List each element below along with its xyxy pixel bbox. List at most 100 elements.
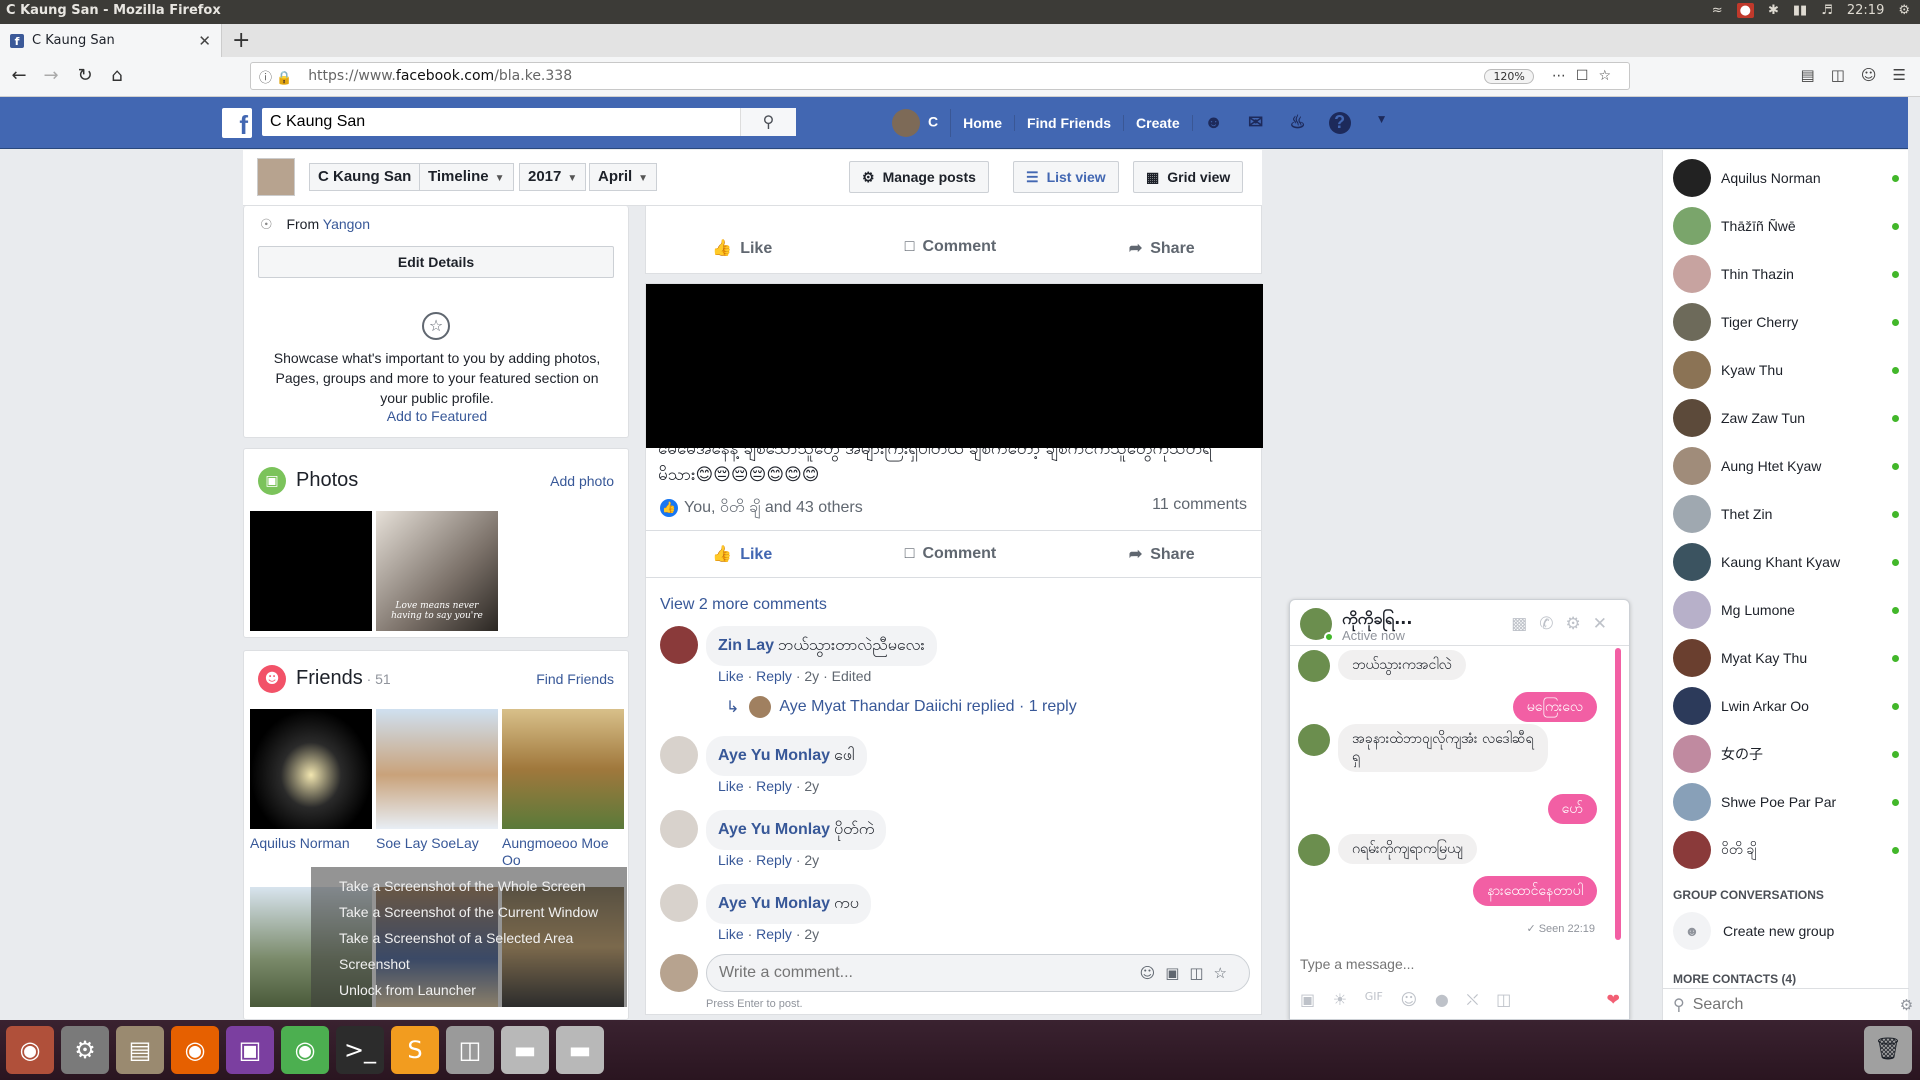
attach-icon[interactable]: ⛌ <box>1467 990 1479 1010</box>
url-bar[interactable]: ⓘ🔒 https://www.facebook.com/bla.ke.338 1… <box>250 62 1630 90</box>
avatar[interactable] <box>257 158 295 196</box>
facebook-logo[interactable]: f <box>222 108 252 140</box>
chat-scrollbar[interactable] <box>1615 648 1621 940</box>
friends-title[interactable]: Friends · 51 <box>296 667 391 690</box>
reply-link[interactable]: Reply <box>756 926 792 942</box>
reactions-summary[interactable]: 👍 You, ဝိတိ ချိ and 43 others <box>660 496 863 520</box>
contact-item[interactable]: ဝိတိ ချိ <box>1673 830 1899 870</box>
wifi-icon[interactable]: ≈ <box>1712 3 1723 18</box>
emoji-icon[interactable]: ☺ <box>1401 990 1418 1010</box>
trash-icon[interactable]: 🗑 <box>1864 1026 1912 1074</box>
list-view-button[interactable]: ☰ List view <box>1013 161 1119 193</box>
forward-icon[interactable]: → <box>38 65 64 86</box>
reply-link[interactable]: Reply <box>756 852 792 868</box>
chevron-down-icon[interactable]: ▼ <box>1371 112 1393 134</box>
add-to-featured-link[interactable]: Add to Featured <box>264 408 610 424</box>
back-icon[interactable]: ← <box>6 65 32 86</box>
avatar[interactable] <box>660 736 698 774</box>
sticker-icon[interactable]: ☀ <box>1333 990 1347 1010</box>
chrome-icon[interactable]: ◉ <box>281 1026 329 1074</box>
contact-item[interactable]: Myat Kay Thu <box>1673 638 1899 678</box>
image-icon[interactable]: ▣ <box>1300 990 1315 1010</box>
menu-item[interactable]: Screenshot <box>339 951 599 977</box>
settings-icon[interactable]: ⚙ <box>61 1026 109 1074</box>
timeline-name[interactable]: C Kaung San <box>309 163 421 191</box>
account-icon[interactable]: ☺ <box>1861 66 1877 84</box>
library-icon[interactable]: ▤ <box>1801 66 1815 84</box>
avatar[interactable] <box>660 884 698 922</box>
clock[interactable]: 22:19 <box>1847 3 1884 18</box>
edit-details-button[interactable]: Edit Details <box>258 246 614 278</box>
contact-item[interactable]: Thet Zin <box>1673 494 1899 534</box>
year-select[interactable]: 2017 ▼ <box>519 163 587 191</box>
menu-item[interactable]: Take a Screenshot of the Current Window <box>339 899 599 925</box>
like-button[interactable]: 👍 Like <box>712 238 772 258</box>
add-photo-link[interactable]: Add photo <box>550 473 614 489</box>
reload-icon[interactable]: ↻ <box>72 65 98 86</box>
friend-name[interactable]: Aungmoeoo Moe Oo <box>502 835 626 869</box>
chat-header[interactable]: ကိုကိုခရြ... Active now ▩✆⚙✕ <box>1290 600 1629 646</box>
heart-icon[interactable]: ❤ <box>1607 990 1620 1010</box>
menu-item[interactable]: Unlock from Launcher <box>339 977 599 1003</box>
friend-thumb[interactable] <box>502 709 624 829</box>
timeline-section-select[interactable]: Timeline ▼ <box>419 163 514 191</box>
ubuntu-icon[interactable]: ◉ <box>6 1026 54 1074</box>
contact-item[interactable]: Kyaw Thu <box>1673 350 1899 390</box>
comment-tools-icon[interactable]: ☺▣◫☆ <box>1140 964 1237 982</box>
reply-link[interactable]: Reply <box>756 668 792 684</box>
close-tab-icon[interactable]: ✕ <box>198 32 211 50</box>
sidebar-icon[interactable]: ◫ <box>1831 66 1845 84</box>
window-icon[interactable]: ▣ <box>226 1026 274 1074</box>
avatar[interactable] <box>660 810 698 848</box>
menu-item[interactable]: Take a Screenshot of a Selected Area <box>339 925 599 951</box>
home-icon[interactable]: ⌂ <box>104 65 130 86</box>
sidebar-tools[interactable]: ⚙✎◫ <box>1900 996 1920 1014</box>
photo-thumb[interactable]: Love means never having to say you're <box>376 511 498 631</box>
friend-requests-icon[interactable]: ☻ <box>1203 112 1225 134</box>
terminal-icon[interactable]: >_ <box>336 1026 384 1074</box>
lock-icon[interactable]: ⓘ🔒 <box>259 67 296 86</box>
search-input[interactable] <box>262 108 740 136</box>
like-link[interactable]: Like <box>718 668 744 684</box>
share-button[interactable]: ➦ Share <box>1129 238 1195 258</box>
nav-home[interactable]: Home <box>951 115 1016 131</box>
share-button[interactable]: ➦ Share <box>1129 544 1195 564</box>
nav-profile[interactable]: C <box>880 109 952 137</box>
chat-messages[interactable]: ဘယ်သွားကအငါလဲ မကြေးလေ အခုနားထဲဘာဝျလိုကျအ… <box>1290 646 1629 946</box>
power-icon[interactable]: ⚙ <box>1898 3 1910 18</box>
volume-icon[interactable]: ♬ <box>1821 3 1833 18</box>
bluetooth-icon[interactable]: ✱ <box>1768 3 1779 18</box>
new-tab-icon[interactable]: + <box>232 28 250 53</box>
search-icon[interactable]: ⚲ <box>740 108 796 136</box>
manage-posts-button[interactable]: ⚙ Manage posts <box>849 161 989 193</box>
friend-name[interactable]: Soe Lay SoeLay <box>376 835 500 852</box>
find-friends-link[interactable]: Find Friends <box>536 671 614 687</box>
notifications-icon[interactable]: ♨ <box>1287 112 1309 134</box>
browser-tab[interactable]: f C Kaung San ✕ <box>0 24 222 57</box>
page-actions-icon[interactable]: ⋯☐☆ <box>1552 68 1621 84</box>
menu-icon[interactable]: ☰ <box>1893 66 1906 84</box>
contact-item[interactable]: Aung Htet Kyaw <box>1673 446 1899 486</box>
avatar[interactable] <box>660 626 698 664</box>
commenter-name[interactable]: Aye Yu Monlay <box>718 821 830 838</box>
create-new-group-button[interactable]: ☻ Create new group <box>1673 912 1834 950</box>
commenter-name[interactable]: Aye Yu Monlay <box>718 747 830 764</box>
like-link[interactable]: Like <box>718 778 744 794</box>
camera-icon[interactable]: ◫ <box>1496 990 1511 1010</box>
drive-icon[interactable]: ▬ <box>556 1026 604 1074</box>
contact-item[interactable]: Zaw Zaw Tun <box>1673 398 1899 438</box>
comment-button[interactable]: □ Comment <box>905 238 996 258</box>
nav-create[interactable]: Create <box>1124 115 1193 131</box>
contact-item[interactable]: Shwe Poe Par Par <box>1673 782 1899 822</box>
help-icon[interactable]: ? <box>1328 112 1351 134</box>
friend-thumb[interactable] <box>376 709 498 829</box>
contact-item[interactable]: Thin Thazin <box>1673 254 1899 294</box>
messenger-icon[interactable]: ✉ <box>1245 112 1267 134</box>
reply-link[interactable]: Reply <box>756 778 792 794</box>
like-link[interactable]: Like <box>718 852 744 868</box>
sublime-icon[interactable]: S <box>391 1026 439 1074</box>
game-icon[interactable]: ● <box>1435 990 1449 1010</box>
phone-icon[interactable]: ✆ <box>1539 614 1565 634</box>
commenter-name[interactable]: Zin Lay <box>718 637 774 654</box>
contact-item[interactable]: Mg Lumone <box>1673 590 1899 630</box>
